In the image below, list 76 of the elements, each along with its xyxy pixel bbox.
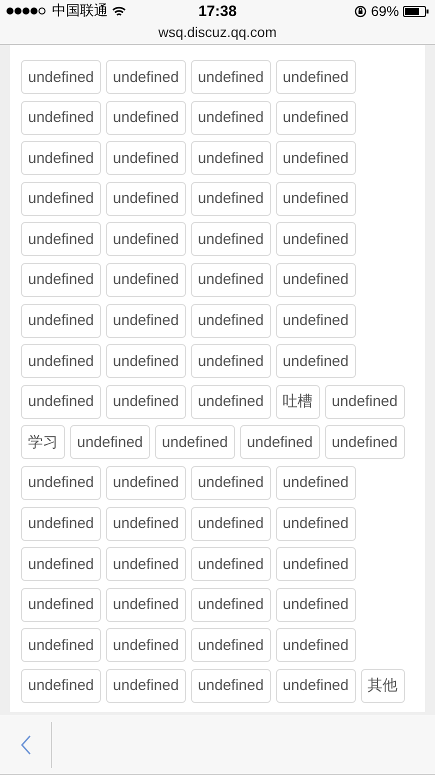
battery-percent: 69% bbox=[370, 3, 399, 19]
tag[interactable]: undefined bbox=[276, 141, 356, 176]
tag[interactable]: undefined bbox=[276, 304, 356, 338]
tag[interactable]: undefined bbox=[190, 547, 271, 582]
tag[interactable]: undefined bbox=[21, 222, 101, 256]
tag[interactable]: undefined bbox=[21, 141, 101, 176]
tag[interactable]: undefined bbox=[106, 384, 186, 419]
tag[interactable]: undefined bbox=[106, 304, 186, 338]
tag[interactable]: undefined bbox=[190, 182, 271, 216]
tag[interactable]: undefined bbox=[70, 425, 150, 460]
tag[interactable]: undefined bbox=[190, 141, 271, 176]
tag[interactable]: undefined bbox=[106, 466, 186, 500]
tag[interactable]: undefined bbox=[21, 384, 101, 419]
tag[interactable]: undefined bbox=[276, 628, 356, 662]
tag[interactable]: undefined bbox=[276, 547, 356, 582]
signal-icon bbox=[6, 7, 48, 15]
tag[interactable]: undefined bbox=[21, 506, 101, 541]
tag[interactable]: undefined bbox=[324, 425, 405, 460]
tag[interactable]: undefined bbox=[106, 60, 186, 94]
tag[interactable]: undefined bbox=[190, 588, 271, 622]
tag[interactable]: 其他 bbox=[360, 668, 405, 703]
wifi-icon bbox=[112, 6, 126, 16]
tag[interactable]: undefined bbox=[276, 506, 356, 541]
tag[interactable]: undefined bbox=[276, 668, 356, 703]
tag[interactable]: undefined bbox=[21, 304, 101, 338]
tag[interactable]: undefined bbox=[21, 262, 101, 297]
tag[interactable]: undefined bbox=[106, 547, 186, 582]
tag[interactable]: undefined bbox=[21, 588, 101, 622]
tag[interactable]: undefined bbox=[276, 588, 356, 622]
tag[interactable]: 吐槽 bbox=[276, 384, 320, 419]
tag[interactable]: 学习 bbox=[21, 425, 65, 460]
tag[interactable]: undefined bbox=[21, 668, 101, 703]
battery-icon bbox=[403, 6, 429, 16]
tag[interactable]: undefined bbox=[21, 182, 101, 216]
clock-time: 17:38 bbox=[198, 2, 237, 20]
tag[interactable]: undefined bbox=[21, 547, 101, 582]
tag[interactable]: undefined bbox=[106, 588, 186, 622]
tag[interactable]: undefined bbox=[190, 100, 271, 135]
tag[interactable]: undefined bbox=[106, 100, 186, 135]
address-url[interactable]: wsq.discuz.qq.com bbox=[0, 22, 435, 42]
tag[interactable]: undefined bbox=[21, 100, 101, 135]
back-icon bbox=[20, 734, 30, 754]
tag[interactable]: undefined bbox=[276, 466, 356, 500]
tag[interactable]: undefined bbox=[106, 628, 186, 662]
rotation-lock-icon bbox=[354, 4, 367, 18]
carrier-name: 中国联通 bbox=[52, 2, 108, 20]
tag[interactable]: undefined bbox=[106, 222, 186, 256]
tag[interactable]: undefined bbox=[190, 304, 271, 338]
tag[interactable]: undefined bbox=[276, 222, 356, 256]
tag[interactable]: undefined bbox=[190, 466, 271, 500]
tag[interactable]: undefined bbox=[276, 60, 356, 94]
tag[interactable]: undefined bbox=[21, 60, 101, 94]
tag[interactable]: undefined bbox=[21, 628, 101, 662]
tag[interactable]: undefined bbox=[276, 100, 356, 135]
tag[interactable]: undefined bbox=[190, 628, 271, 662]
tag[interactable]: undefined bbox=[190, 506, 271, 541]
tag[interactable]: undefined bbox=[190, 668, 271, 703]
tag[interactable]: undefined bbox=[190, 222, 271, 256]
tag[interactable]: undefined bbox=[190, 384, 271, 419]
tag[interactable]: undefined bbox=[154, 425, 235, 460]
tag[interactable]: undefined bbox=[190, 344, 271, 378]
tag[interactable]: undefined bbox=[21, 344, 101, 378]
tag[interactable]: undefined bbox=[21, 466, 101, 500]
tag[interactable]: undefined bbox=[106, 141, 186, 176]
tag[interactable]: undefined bbox=[106, 262, 186, 297]
tag[interactable]: undefined bbox=[190, 60, 271, 94]
tag[interactable]: undefined bbox=[276, 262, 356, 297]
tag[interactable]: undefined bbox=[240, 425, 320, 460]
tag[interactable]: undefined bbox=[276, 344, 356, 378]
tag[interactable]: undefined bbox=[106, 668, 186, 703]
tag[interactable]: undefined bbox=[324, 384, 405, 419]
tag[interactable]: undefined bbox=[106, 506, 186, 541]
tag[interactable]: undefined bbox=[106, 344, 186, 378]
tag[interactable]: undefined bbox=[190, 262, 271, 297]
tag[interactable]: undefined bbox=[106, 182, 186, 216]
tag[interactable]: undefined bbox=[276, 182, 356, 216]
